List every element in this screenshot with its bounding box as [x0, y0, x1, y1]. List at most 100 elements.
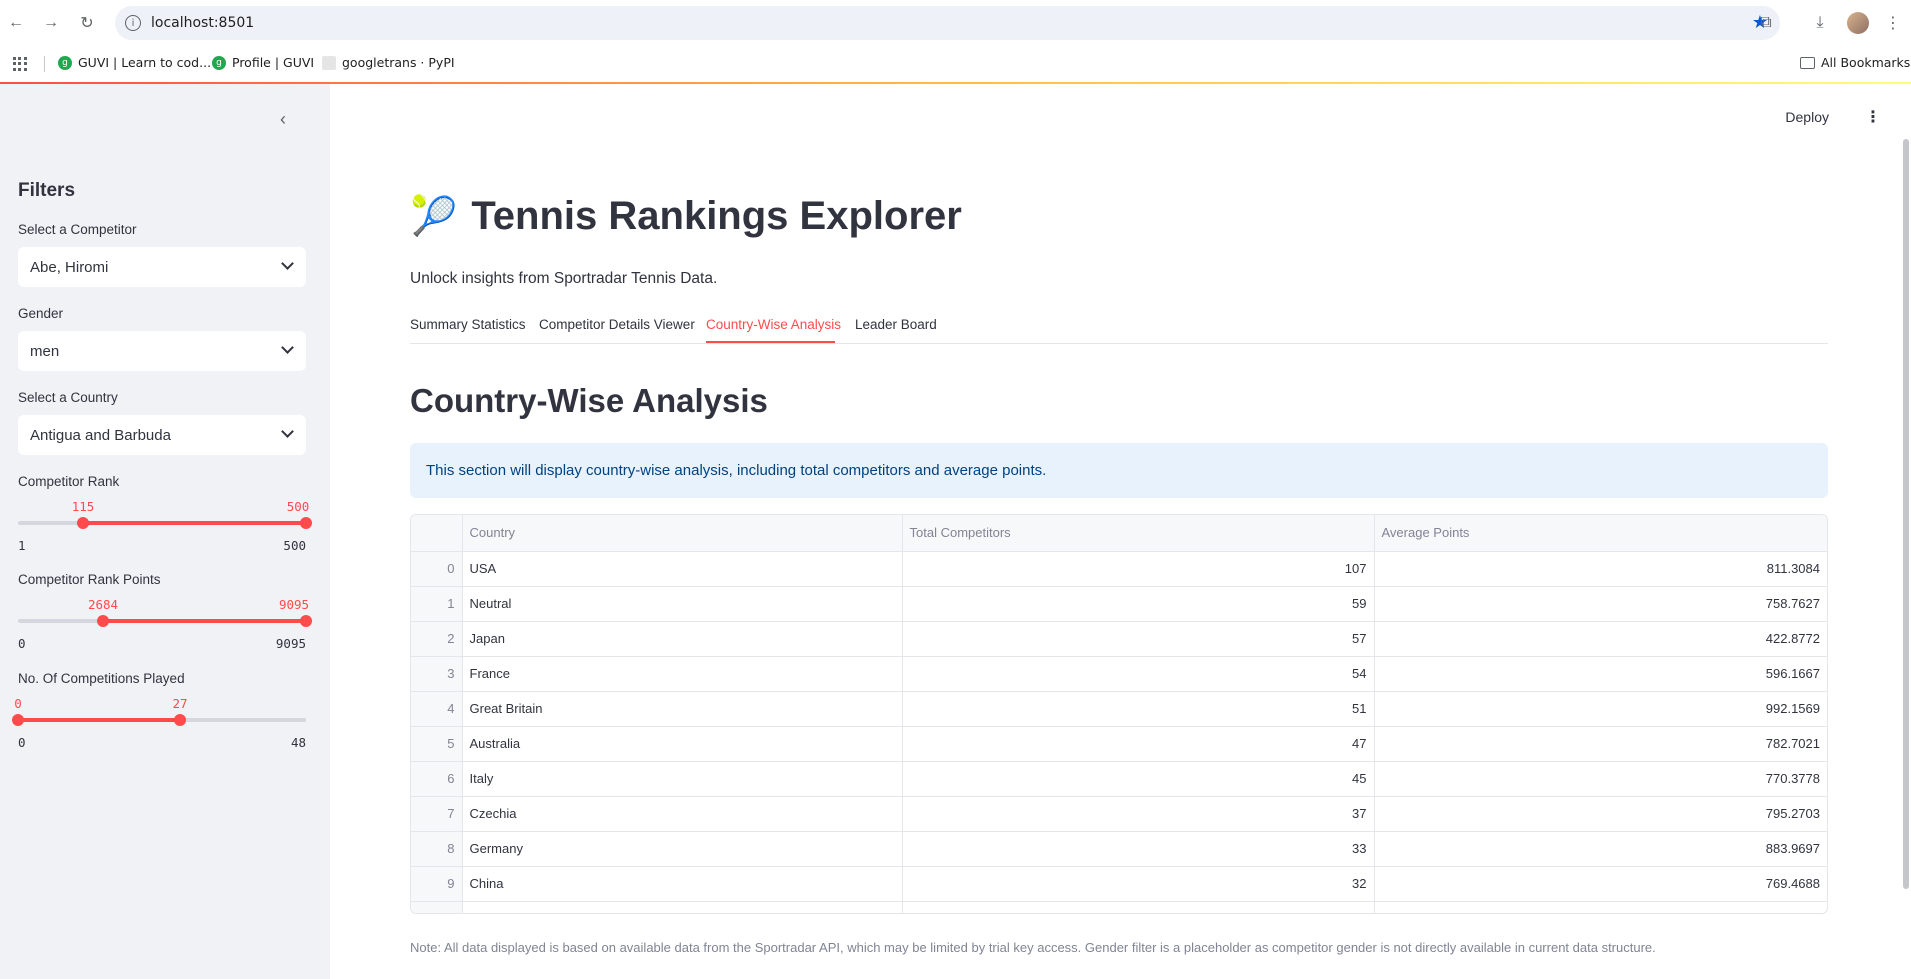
total-competitors-cell[interactable]: 37 [902, 796, 1375, 832]
bookmark-pypi[interactable]: googletrans · PyPI [322, 55, 455, 70]
slider-low-value: 0 [14, 696, 22, 711]
slider-thumb-high[interactable] [174, 714, 186, 726]
forward-icon[interactable]: → [41, 13, 61, 33]
row-index[interactable]: 6 [411, 761, 463, 797]
tab-country-wise-analysis[interactable]: Country-Wise Analysis [706, 317, 841, 332]
row-index[interactable]: 5 [411, 726, 463, 762]
total-competitors-cell[interactable]: 59 [902, 586, 1375, 622]
average-points-cell[interactable]: 770.3778 [1374, 761, 1827, 797]
row-index[interactable]: 4 [411, 691, 463, 727]
tab-summary-statistics[interactable]: Summary Statistics [410, 317, 526, 332]
slider-thumb-high[interactable] [300, 615, 312, 627]
scrollbar[interactable] [1903, 139, 1909, 889]
table-row[interactable]: 2 Japan 57 422.8772 [411, 621, 1827, 657]
competitor-select[interactable]: Abe, Hiromi [18, 247, 306, 287]
country-cell[interactable]: Germany [462, 831, 903, 867]
total-competitors-cell[interactable]: 57 [902, 621, 1375, 657]
average-points-cell[interactable]: 758.7627 [1374, 586, 1827, 622]
row-index[interactable]: 7 [411, 796, 463, 832]
average-points-cell[interactable]: 769.4688 [1374, 866, 1827, 902]
country-cell[interactable]: Japan [462, 621, 903, 657]
gender-select[interactable]: men [18, 331, 306, 371]
table-row[interactable]: 1 Neutral 59 758.7627 [411, 586, 1827, 622]
country-cell[interactable]: China [462, 866, 903, 902]
profile-avatar[interactable] [1847, 12, 1869, 34]
table-row[interactable]: 5 Australia 47 782.7021 [411, 726, 1827, 762]
total-competitors-cell[interactable]: 51 [902, 691, 1375, 727]
info-alert: This section will display country-wise a… [410, 443, 1828, 498]
row-index[interactable]: 3 [411, 656, 463, 692]
total-competitors-cell[interactable]: 45 [902, 761, 1375, 797]
page-subtitle: Unlock insights from Sportradar Tennis D… [410, 270, 718, 287]
country-cell[interactable]: USA [462, 551, 903, 587]
slider-thumb-low[interactable] [12, 714, 24, 726]
slider-fill [83, 521, 306, 525]
row-index[interactable]: 0 [411, 551, 463, 587]
slider-thumb-low[interactable] [77, 517, 89, 529]
average-points-cell[interactable]: 795.2703 [1374, 796, 1827, 832]
country-cell[interactable]: Great Britain [462, 691, 903, 727]
browser-menu-icon[interactable]: ⋮ [1882, 12, 1904, 34]
tab-leader-board[interactable]: Leader Board [855, 317, 937, 332]
average-points-cell[interactable]: 811.3084 [1374, 551, 1827, 587]
row-index[interactable]: 2 [411, 621, 463, 657]
table-row[interactable]: 4 Great Britain 51 992.1569 [411, 691, 1827, 727]
row-index[interactable]: 8 [411, 831, 463, 867]
table-row[interactable]: 9 China 32 769.4688 [411, 866, 1827, 902]
country-column-header[interactable]: Country [462, 515, 903, 552]
country-cell[interactable]: Czechia [462, 796, 903, 832]
country-cell[interactable]: Australia [462, 726, 903, 762]
row-index[interactable]: 9 [411, 866, 463, 902]
country-cell[interactable]: France [462, 656, 903, 692]
total-competitors-cell[interactable]: 33 [902, 831, 1375, 867]
points-slider[interactable]: 2684 9095 0 9095 [18, 586, 312, 651]
total-competitors-column-header[interactable]: Total Competitors [902, 515, 1375, 552]
table-row[interactable]: 8 Germany 33 883.9697 [411, 831, 1827, 867]
average-points-cell[interactable]: 596.1667 [1374, 656, 1827, 692]
url-text[interactable]: localhost:8501 [151, 15, 254, 31]
extensions-icon[interactable]: ⧉ [1755, 12, 1777, 34]
table-row[interactable]: 6 Italy 45 770.3778 [411, 761, 1827, 797]
competitions-slider[interactable]: 0 27 0 48 [12, 685, 306, 750]
site-info-icon[interactable]: i [125, 15, 141, 31]
bookmark-guvi-profile[interactable]: g Profile | GUVI [212, 55, 314, 70]
bookmark-guvi-learn[interactable]: g GUVI | Learn to cod... [58, 55, 211, 70]
average-points-cell[interactable]: 883.9697 [1374, 831, 1827, 867]
empty-cell [902, 901, 1375, 913]
average-points-cell[interactable]: 992.1569 [1374, 691, 1827, 727]
average-points-cell[interactable]: 422.8772 [1374, 621, 1827, 657]
slider-min: 1 [18, 538, 26, 553]
slider-thumb-high[interactable] [300, 517, 312, 529]
total-competitors-cell[interactable]: 54 [902, 656, 1375, 692]
total-competitors-cell[interactable]: 32 [902, 866, 1375, 902]
tennis-racket-icon: 🎾 [410, 195, 458, 238]
country-cell[interactable]: Italy [462, 761, 903, 797]
gender-select-value: men [30, 342, 60, 360]
back-icon[interactable]: ← [6, 13, 26, 33]
total-competitors-cell[interactable]: 107 [902, 551, 1375, 587]
apps-icon[interactable] [13, 57, 27, 71]
table-row[interactable]: 7 Czechia 37 795.2703 [411, 796, 1827, 832]
deploy-button[interactable]: Deploy [1785, 109, 1829, 125]
country-table[interactable]: Country Total Competitors Average Points… [410, 514, 1828, 914]
row-index[interactable]: 1 [411, 586, 463, 622]
competitor-label: Select a Competitor [18, 222, 137, 237]
guvi-icon: g [58, 55, 72, 70]
table-row[interactable]: 0 USA 107 811.3084 [411, 551, 1827, 587]
download-icon[interactable]: ⤓ [1809, 12, 1831, 34]
country-cell[interactable]: Neutral [462, 586, 903, 622]
collapse-sidebar-icon[interactable]: ‹ [280, 109, 286, 130]
tab-competitor-details[interactable]: Competitor Details Viewer [539, 317, 695, 332]
country-select[interactable]: Antigua and Barbuda [18, 415, 306, 455]
slider-thumb-low[interactable] [97, 615, 109, 627]
all-bookmarks[interactable]: All Bookmarks [1800, 55, 1910, 70]
average-points-column-header[interactable]: Average Points [1374, 515, 1827, 552]
slider-fill [103, 619, 306, 623]
average-points-cell[interactable]: 782.7021 [1374, 726, 1827, 762]
app-menu-icon[interactable]: ⋮ [1865, 107, 1881, 127]
address-bar[interactable]: i localhost:8501 ★ [115, 6, 1780, 40]
total-competitors-cell[interactable]: 47 [902, 726, 1375, 762]
reload-icon[interactable]: ↻ [77, 13, 97, 33]
rank-slider[interactable]: 115 500 1 500 [18, 488, 312, 553]
table-row[interactable]: 3 France 54 596.1667 [411, 656, 1827, 692]
